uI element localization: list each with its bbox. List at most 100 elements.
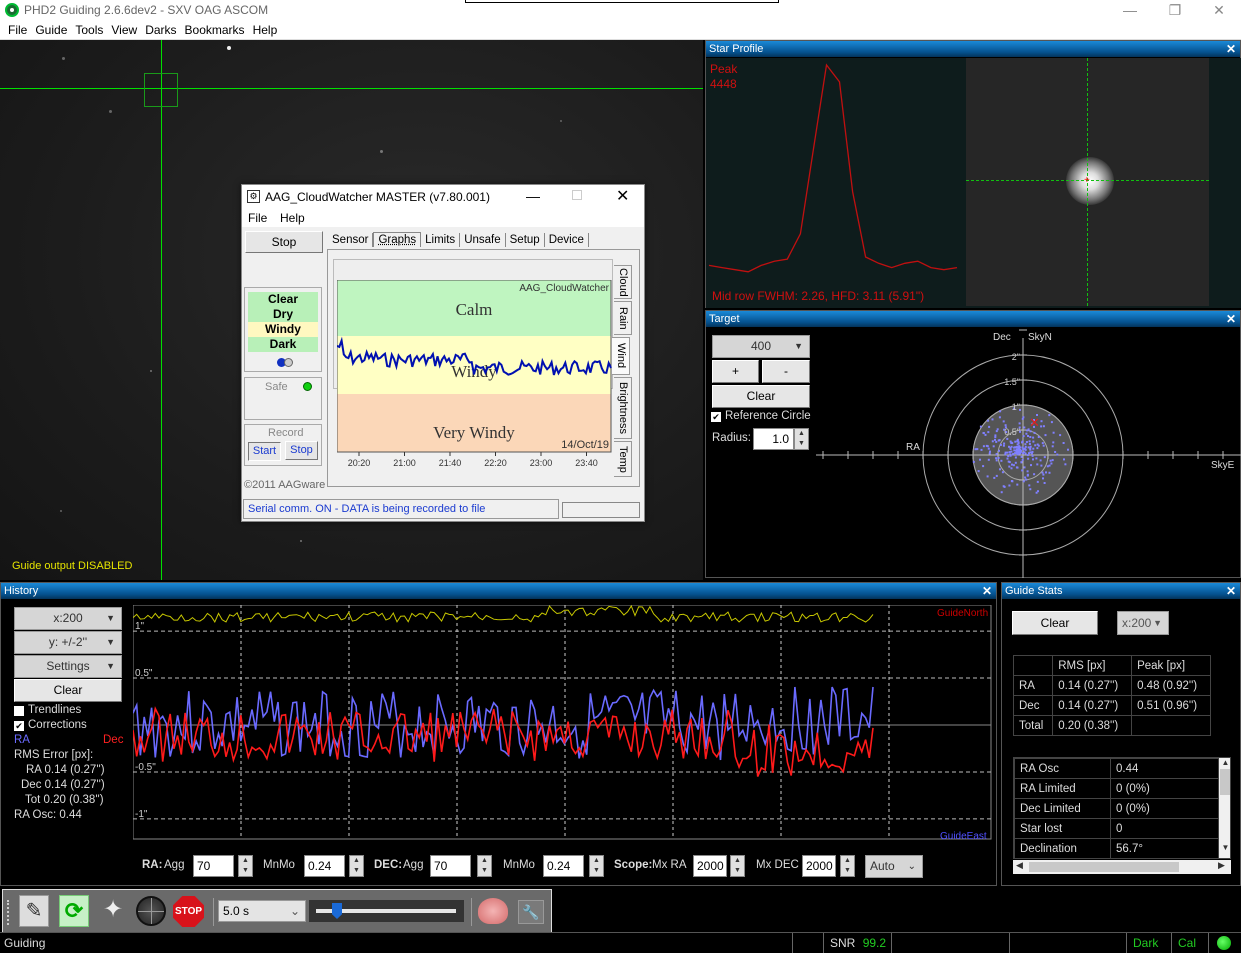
scroll-left-icon[interactable]: ◀: [1016, 860, 1023, 871]
ra-min-move-input[interactable]: 0.24: [304, 855, 345, 877]
tab-sensor[interactable]: Sensor: [328, 233, 374, 247]
ra-mnmo-spinner[interactable]: ▲ ▼: [349, 855, 364, 877]
guide-point: [1030, 464, 1032, 467]
usb-plug-icon: ✎: [25, 900, 43, 922]
history-clear-button[interactable]: Clear: [14, 679, 122, 702]
ra-label: RA:: [142, 859, 163, 871]
menu-bookmarks[interactable]: Bookmarks: [181, 21, 249, 40]
close-icon[interactable]: ✕: [1226, 583, 1236, 599]
toolbar-grip[interactable]: [7, 900, 10, 925]
slider-thumb[interactable]: [332, 903, 342, 919]
history-settings-value: Settings: [46, 659, 90, 673]
side-tab-wind[interactable]: Wind: [612, 337, 630, 375]
tab-setup[interactable]: Setup: [506, 233, 545, 247]
cloudwatcher-title: AAG_CloudWatcher MASTER (v7.80.001): [265, 190, 490, 204]
mx-dec-spinner[interactable]: ▲ ▼: [840, 855, 855, 877]
scroll-right-icon[interactable]: ▶: [1218, 860, 1225, 871]
close-icon[interactable]: ✕: [1226, 41, 1236, 57]
detail-cell: RA Osc: [1014, 758, 1111, 779]
guide-point: [993, 476, 996, 479]
history-settings-select[interactable]: Settings ▼: [14, 655, 122, 678]
max-dec-input[interactable]: 2000: [802, 855, 836, 877]
dec-min-move-input[interactable]: 0.24: [543, 855, 584, 877]
menu-file[interactable]: File: [4, 21, 31, 40]
guide-point: [1040, 420, 1043, 423]
tab-graphs[interactable]: Graphs: [373, 232, 422, 247]
cw-maximize-button[interactable]: [572, 190, 582, 200]
history-y-select[interactable]: y: +/-2'' ▼: [14, 631, 122, 654]
cw-stop-button[interactable]: Stop: [245, 231, 323, 253]
menu-tools[interactable]: Tools: [71, 21, 107, 40]
record-stop-button[interactable]: Stop: [285, 441, 318, 460]
scrollbar-thumb[interactable]: [1029, 862, 1179, 872]
guide-star-box[interactable]: [144, 73, 178, 107]
menu-guide[interactable]: Guide: [31, 21, 71, 40]
exposure-duration-select[interactable]: 5.0 s ⌄: [218, 900, 306, 922]
guide-point: [1017, 449, 1020, 452]
guide-stats-clear-button[interactable]: Clear: [1012, 611, 1098, 635]
star-thumbnail: +: [966, 58, 1209, 306]
history-x-select[interactable]: x:200 ▼: [14, 607, 122, 630]
guide-point: [1003, 442, 1006, 445]
corrections-checkbox[interactable]: ✔: [14, 721, 24, 731]
guide-stats-x-select[interactable]: x:200 ▼: [1117, 611, 1169, 635]
ra-agg-spinner[interactable]: ▲ ▼: [238, 855, 253, 877]
cw-minimize-button[interactable]: —: [526, 188, 540, 204]
brain-settings-button[interactable]: [478, 898, 508, 924]
stop-button[interactable]: STOP: [173, 896, 204, 927]
dec-mnmo-spinner[interactable]: ▲ ▼: [589, 855, 604, 877]
target-clear-button[interactable]: Clear: [712, 385, 810, 408]
vertical-scrollbar[interactable]: ▲ ▼: [1219, 758, 1230, 858]
zoom-out-button[interactable]: -: [762, 360, 810, 383]
side-tab-rain[interactable]: Rain: [614, 301, 632, 335]
radius-spinner[interactable]: ▲ ▼: [794, 428, 809, 450]
close-icon[interactable]: ✕: [982, 583, 992, 599]
side-tab-cloud[interactable]: Cloud: [614, 265, 632, 299]
cw-menu-help[interactable]: Help: [280, 211, 305, 225]
guide-point: [1032, 440, 1035, 443]
guide-button[interactable]: [136, 896, 166, 926]
tab-device[interactable]: Device: [545, 233, 589, 247]
crosshair-vertical: [161, 40, 162, 580]
horizontal-scrollbar[interactable]: ◀ ▶: [1013, 860, 1231, 874]
guide-point: [1014, 456, 1017, 459]
close-icon[interactable]: ✕: [1226, 311, 1236, 327]
connect-equipment-button[interactable]: ✎: [19, 895, 49, 927]
menu-help[interactable]: Help: [249, 21, 282, 40]
side-tab-temp[interactable]: Temp: [614, 441, 632, 477]
mx-ra-spinner[interactable]: ▲ ▼: [730, 855, 745, 877]
max-ra-input[interactable]: 2000: [693, 855, 727, 877]
target-zoom-select[interactable]: 400 ▼: [712, 335, 810, 358]
record-start-button[interactable]: Start: [248, 442, 281, 461]
tab-unsafe[interactable]: Unsafe: [460, 233, 506, 247]
ra-aggressiveness-input[interactable]: 70: [193, 855, 234, 877]
tab-limits[interactable]: Limits: [421, 233, 461, 247]
auto-select-star-button[interactable]: ✦: [97, 895, 129, 927]
scroll-down-icon[interactable]: ▼: [1219, 843, 1230, 852]
close-button[interactable]: ✕: [1196, 0, 1241, 20]
cw-menu-file[interactable]: File: [248, 211, 267, 225]
cw-close-button[interactable]: ✕: [616, 186, 629, 206]
camera-settings-button[interactable]: 🔧: [518, 900, 544, 924]
reference-circle-checkbox[interactable]: ✔: [711, 412, 721, 422]
guide-point: [1029, 430, 1032, 433]
restore-button[interactable]: ❐: [1152, 0, 1198, 20]
dec-aggressiveness-input[interactable]: 70: [430, 855, 471, 877]
guide-point: [1026, 454, 1029, 457]
gamma-slider[interactable]: [309, 900, 464, 922]
dec-guide-mode-select[interactable]: Auto ⌄: [865, 855, 923, 878]
menu-view[interactable]: View: [107, 21, 141, 40]
radius-input[interactable]: 1.0: [753, 428, 794, 450]
side-tab-brightness[interactable]: Brightness: [614, 377, 632, 439]
scrollbar-thumb[interactable]: [1220, 769, 1230, 795]
zoom-in-button[interactable]: +: [712, 360, 759, 383]
minimize-button[interactable]: —: [1107, 0, 1153, 20]
scroll-up-icon[interactable]: ▲: [1219, 758, 1230, 767]
menu-bar: File Guide Tools View Darks Bookmarks Help: [0, 21, 1241, 40]
status-cell: [891, 933, 1009, 953]
loop-exposure-button[interactable]: ⟳: [59, 895, 89, 927]
dec-agg-spinner[interactable]: ▲ ▼: [477, 855, 492, 877]
guide-point: [1063, 458, 1065, 461]
trendlines-checkbox[interactable]: [14, 706, 24, 716]
menu-darks[interactable]: Darks: [141, 21, 180, 40]
